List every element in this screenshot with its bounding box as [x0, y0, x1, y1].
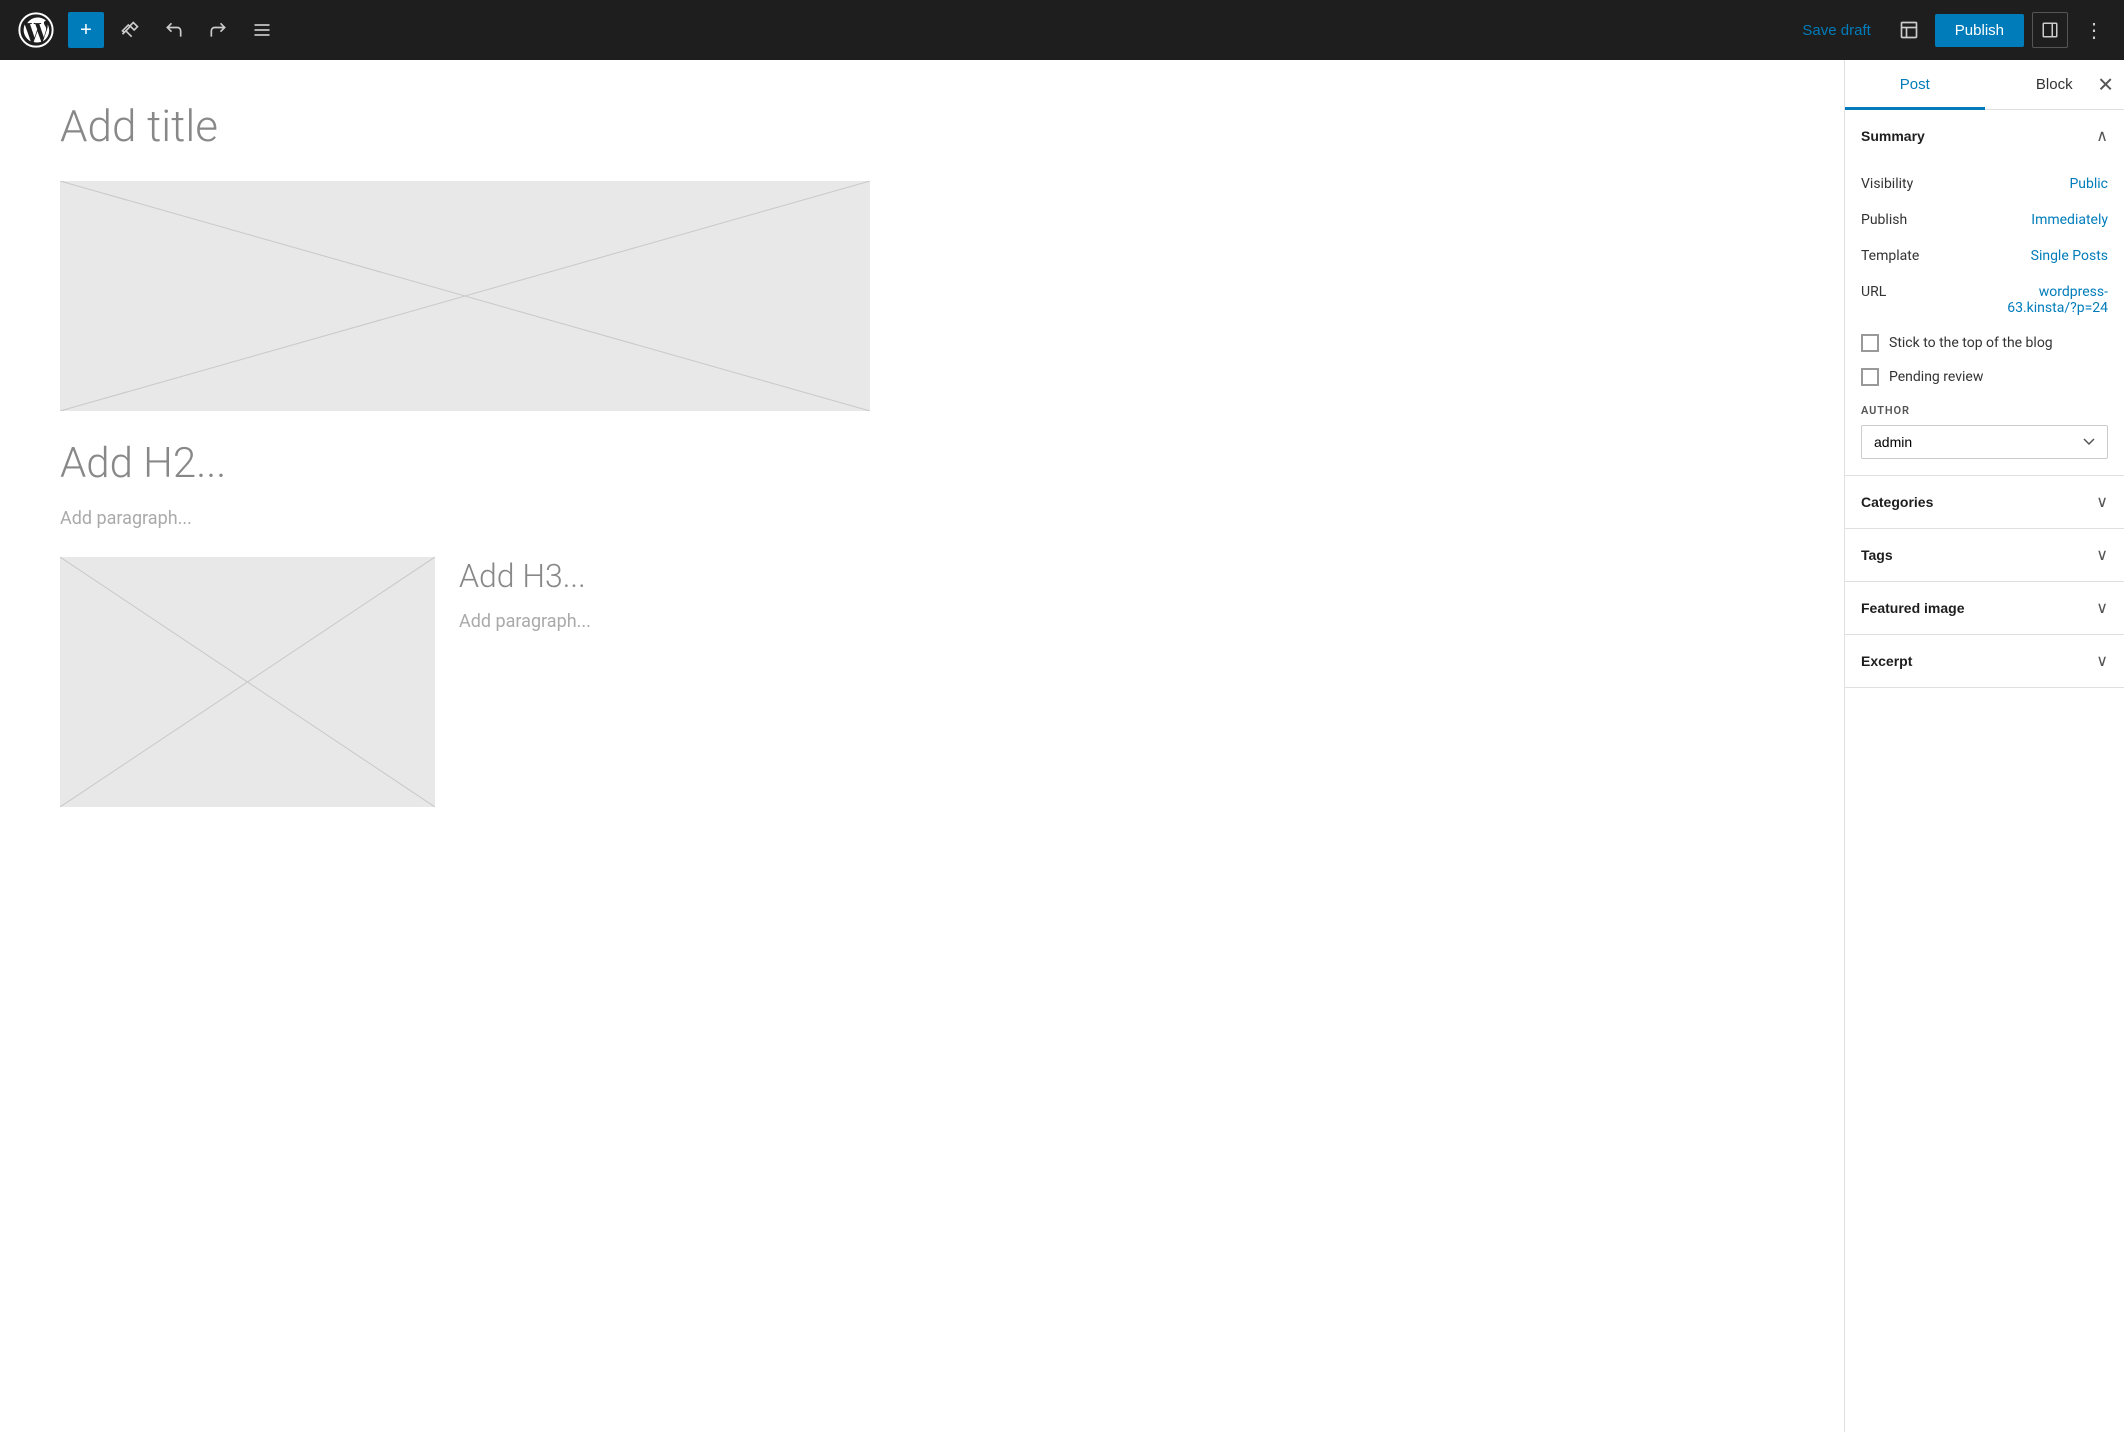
list-view-button[interactable] [244, 12, 280, 48]
columns-block: Add H3... Add paragraph... [60, 557, 1784, 807]
featured-image-panel-title: Featured image [1861, 600, 1964, 616]
visibility-row: Visibility Public [1861, 166, 2108, 202]
featured-image-panel-header[interactable]: Featured image [1845, 582, 2124, 634]
summary-panel-header[interactable]: Summary [1845, 110, 2124, 162]
tags-panel-header[interactable]: Tags [1845, 529, 2124, 581]
save-draft-button[interactable]: Save draft [1790, 16, 1882, 45]
h3-placeholder[interactable]: Add H3... [459, 557, 1784, 595]
tags-panel-title: Tags [1861, 547, 1893, 563]
stick-to-top-label: Stick to the top of the blog [1889, 335, 2053, 351]
editor-area: Add title Add H2... Add paragraph... Add… [0, 60, 1844, 1432]
pending-review-label: Pending review [1889, 369, 1983, 385]
url-label: URL [1861, 284, 1886, 300]
sidebar-content: Summary Visibility Public Publish Immedi… [1845, 110, 2124, 1432]
publish-label: Publish [1861, 212, 1907, 228]
paragraph-placeholder-2[interactable]: Add paragraph... [459, 611, 1784, 632]
main-layout: Add title Add H2... Add paragraph... Add… [0, 60, 2124, 1432]
url-row: URL wordpress-63.kinsta/?p=24 [1861, 274, 2108, 326]
image-block-1[interactable] [60, 181, 870, 411]
pending-review-checkbox[interactable] [1861, 368, 1879, 386]
sidebar: Post Block ✕ Summary Visibility Public P… [1844, 60, 2124, 1432]
view-button[interactable] [1891, 12, 1927, 48]
featured-image-chevron-down-icon [2096, 598, 2108, 618]
post-title-placeholder[interactable]: Add title [60, 100, 1784, 153]
template-row: Template Single Posts [1861, 238, 2108, 274]
redo-button[interactable] [200, 12, 236, 48]
summary-chevron-up-icon [2096, 126, 2108, 146]
summary-panel: Summary Visibility Public Publish Immedi… [1845, 110, 2124, 476]
sidebar-tabs: Post Block ✕ [1845, 60, 2124, 110]
topbar: + Save draft Publish [0, 0, 2124, 60]
tools-button[interactable] [112, 12, 148, 48]
author-select[interactable]: admin [1861, 425, 2108, 459]
paragraph-placeholder-1[interactable]: Add paragraph... [60, 508, 1784, 529]
more-options-button[interactable]: ⋮ [2076, 14, 2112, 47]
author-section-label: AUTHOR [1861, 404, 2108, 417]
summary-panel-title: Summary [1861, 128, 1925, 144]
excerpt-panel: Excerpt [1845, 635, 2124, 688]
publish-button[interactable]: Publish [1935, 14, 2024, 47]
categories-panel-header[interactable]: Categories [1845, 476, 2124, 528]
excerpt-panel-header[interactable]: Excerpt [1845, 635, 2124, 687]
h2-placeholder[interactable]: Add H2... [60, 439, 1784, 488]
image-block-2[interactable] [60, 557, 435, 807]
template-value[interactable]: Single Posts [2031, 248, 2108, 264]
excerpt-chevron-down-icon [2096, 651, 2108, 671]
excerpt-panel-title: Excerpt [1861, 653, 1912, 669]
publish-value[interactable]: Immediately [2031, 212, 2108, 228]
publish-row: Publish Immediately [1861, 202, 2108, 238]
template-label: Template [1861, 248, 1919, 264]
wp-logo [12, 0, 60, 60]
stick-to-top-checkbox[interactable] [1861, 334, 1879, 352]
undo-button[interactable] [156, 12, 192, 48]
categories-chevron-down-icon [2096, 492, 2108, 512]
categories-panel-title: Categories [1861, 494, 1933, 510]
visibility-value[interactable]: Public [2069, 176, 2108, 192]
add-block-button[interactable]: + [68, 12, 104, 48]
column-text: Add H3... Add paragraph... [459, 557, 1784, 660]
categories-panel: Categories [1845, 476, 2124, 529]
tab-post[interactable]: Post [1845, 60, 1985, 109]
visibility-label: Visibility [1861, 176, 1913, 192]
tags-chevron-down-icon [2096, 545, 2108, 565]
tags-panel: Tags [1845, 529, 2124, 582]
summary-panel-body: Visibility Public Publish Immediately Te… [1845, 162, 2124, 475]
pending-review-row: Pending review [1861, 360, 2108, 394]
url-value[interactable]: wordpress-63.kinsta/?p=24 [2007, 284, 2108, 316]
sidebar-toggle-button[interactable] [2032, 12, 2068, 48]
stick-to-top-row: Stick to the top of the blog [1861, 326, 2108, 360]
close-sidebar-button[interactable]: ✕ [2097, 72, 2114, 97]
featured-image-panel: Featured image [1845, 582, 2124, 635]
